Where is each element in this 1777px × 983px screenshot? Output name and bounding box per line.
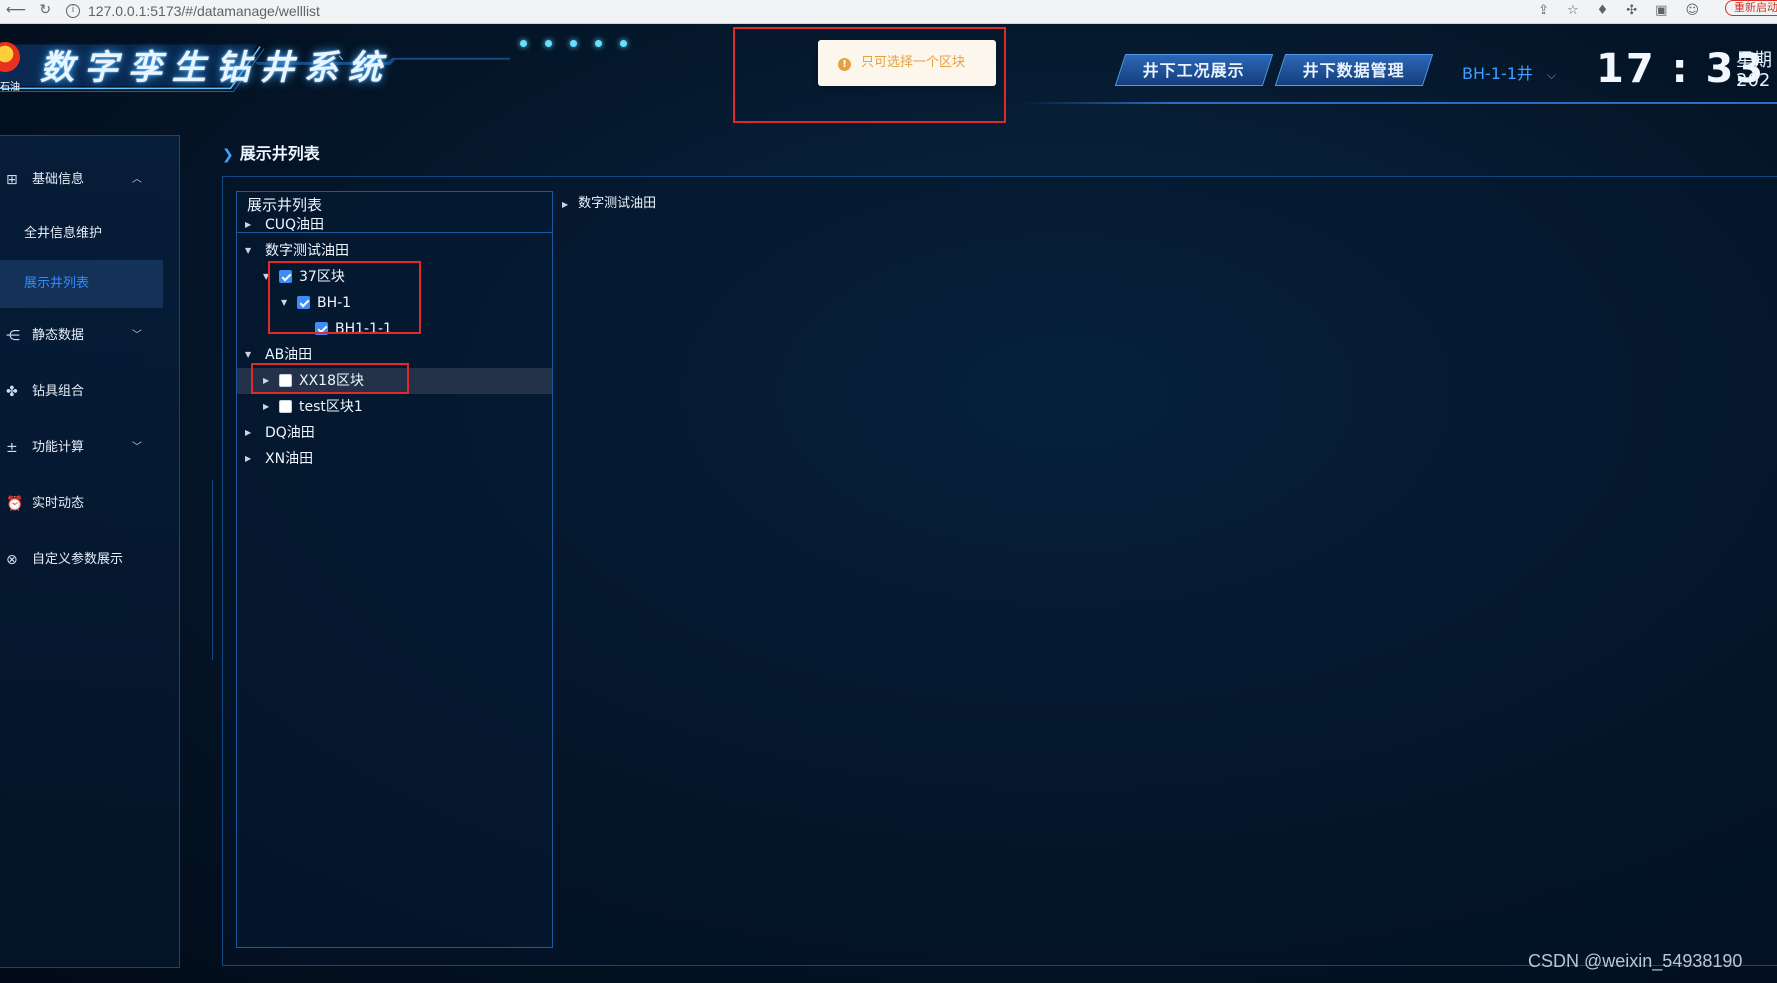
annotation-box-xx18 xyxy=(251,363,409,394)
well-selector-value: BH-1-1井 xyxy=(1462,64,1533,83)
sidebar-item-label: 实时动态 xyxy=(32,496,85,511)
sidebar-item-label: 静态数据 xyxy=(32,328,85,343)
tree-node[interactable]: ▶ test区块1 xyxy=(237,394,552,420)
sidebar-item-well-info-maintenance[interactable]: 全井信息维护 xyxy=(0,210,163,258)
nav-button-downhole-condition[interactable]: 井下工况展示 xyxy=(1114,54,1274,86)
chevron-right-icon: ❯ xyxy=(222,147,234,163)
watermark-text: CSDN @weixin_54938190 xyxy=(1528,951,1743,971)
selected-tree-row[interactable]: ▶ 数字测试油田 xyxy=(562,192,656,217)
caret-right-icon[interactable]: ▶ xyxy=(245,446,255,472)
chevron-down-icon: ⌵ xyxy=(1546,68,1557,82)
page-title: ❯ 展示井列表 xyxy=(222,140,320,164)
settings-x-icon: ⊗ xyxy=(6,552,18,568)
clock-weekday: 星期 xyxy=(1736,50,1772,71)
alarm-icon: ⏰ xyxy=(6,496,24,512)
clock-year: 202 xyxy=(1736,70,1771,91)
caret-right-icon[interactable]: ▶ xyxy=(245,212,255,238)
system-title: 数字孪生钻井系统 xyxy=(40,48,392,88)
tree-node-label: test区块1 xyxy=(299,399,363,415)
back-reload-icons[interactable]: ⟵ ↻ xyxy=(6,2,51,18)
sidebar-item-well-list[interactable]: 展示井列表 xyxy=(0,260,163,308)
sidebar-item-custom-params[interactable]: ⊗ 自定义参数展示 xyxy=(0,536,178,584)
tree-node[interactable]: ▶ XN油田 xyxy=(237,446,552,472)
annotation-box-toast xyxy=(733,27,1006,123)
caret-right-icon: ▶ xyxy=(562,200,569,209)
nav-button-downhole-data[interactable]: 井下数据管理 xyxy=(1274,54,1434,86)
caret-down-icon[interactable]: ▼ xyxy=(245,238,255,264)
chevron-down-icon: ﹀ xyxy=(132,330,142,341)
chevron-up-icon: ︿ xyxy=(132,174,142,185)
caret-right-icon[interactable]: ▶ xyxy=(263,394,273,420)
sidebar-item-label: 钻具组合 xyxy=(32,384,85,399)
annotation-box-checked xyxy=(268,261,421,334)
tree-node-label: DQ油田 xyxy=(265,425,315,441)
browser-address-bar: ⟵ ↻ i 127.0.0.1:5173/#/datamanage/wellli… xyxy=(0,0,1777,24)
tree-node-label: XN油田 xyxy=(265,451,314,467)
selected-tree-label: 数字测试油田 xyxy=(578,196,657,211)
page-title-text: 展示井列表 xyxy=(239,144,320,163)
well-selector[interactable]: BH-1-1井 ⌵ xyxy=(1462,60,1556,84)
sidebar-item-realtime[interactable]: ⏰ 实时动态 xyxy=(0,480,178,528)
sidebar-item-bha[interactable]: ✤ 钻具组合 xyxy=(0,368,178,416)
sidebar-item-label: 基础信息 xyxy=(32,172,85,187)
calculator-icon: ± xyxy=(6,440,18,456)
selected-tree: ▶ 数字测试油田 xyxy=(562,192,656,217)
logo-text: 石油 xyxy=(0,82,20,93)
browser-update-button[interactable]: 重新启动 xyxy=(1725,0,1777,16)
cluster-icon: ✤ xyxy=(6,384,18,400)
header-divider xyxy=(1020,102,1777,104)
sidebar-item-label: 自定义参数展示 xyxy=(32,552,124,567)
decor-dots xyxy=(520,32,645,51)
sidebar-item-basic-info[interactable]: ⊞ 基础信息 ︿ xyxy=(0,156,178,204)
network-icon: ⋲ xyxy=(6,328,20,344)
chevron-down-icon: ﹀ xyxy=(132,442,142,453)
url-text[interactable]: 127.0.0.1:5173/#/datamanage/welllist xyxy=(88,3,320,19)
tree-checkbox[interactable] xyxy=(279,400,292,413)
grid-icon: ⊞ xyxy=(6,172,18,188)
sidebar-item-static-data[interactable]: ⋲ 静态数据 ﹀ xyxy=(0,312,178,360)
tree-node[interactable]: ▶ DQ油田 xyxy=(237,420,552,446)
caret-right-icon[interactable]: ▶ xyxy=(245,420,255,446)
site-info-icon[interactable]: i xyxy=(66,4,80,18)
sidebar-item-label: 功能计算 xyxy=(32,440,85,455)
tree-node-label: CUQ油田 xyxy=(265,217,325,233)
sidebar: ⊞ 基础信息 ︿ 全井信息维护 展示井列表 ⋲ 静态数据 ﹀ ✤ 钻具组合 ± … xyxy=(0,135,180,968)
tree-node[interactable]: ▶ CUQ油田 xyxy=(237,212,552,238)
browser-toolbar-icons[interactable]: ⇪☆♦✣▣☺ xyxy=(1538,3,1717,18)
sidebar-item-calculation[interactable]: ± 功能计算 ﹀ xyxy=(0,424,178,472)
panel-notch-decor xyxy=(212,480,222,660)
app-root: ⟵ ↻ i 127.0.0.1:5173/#/datamanage/wellli… xyxy=(0,0,1777,983)
